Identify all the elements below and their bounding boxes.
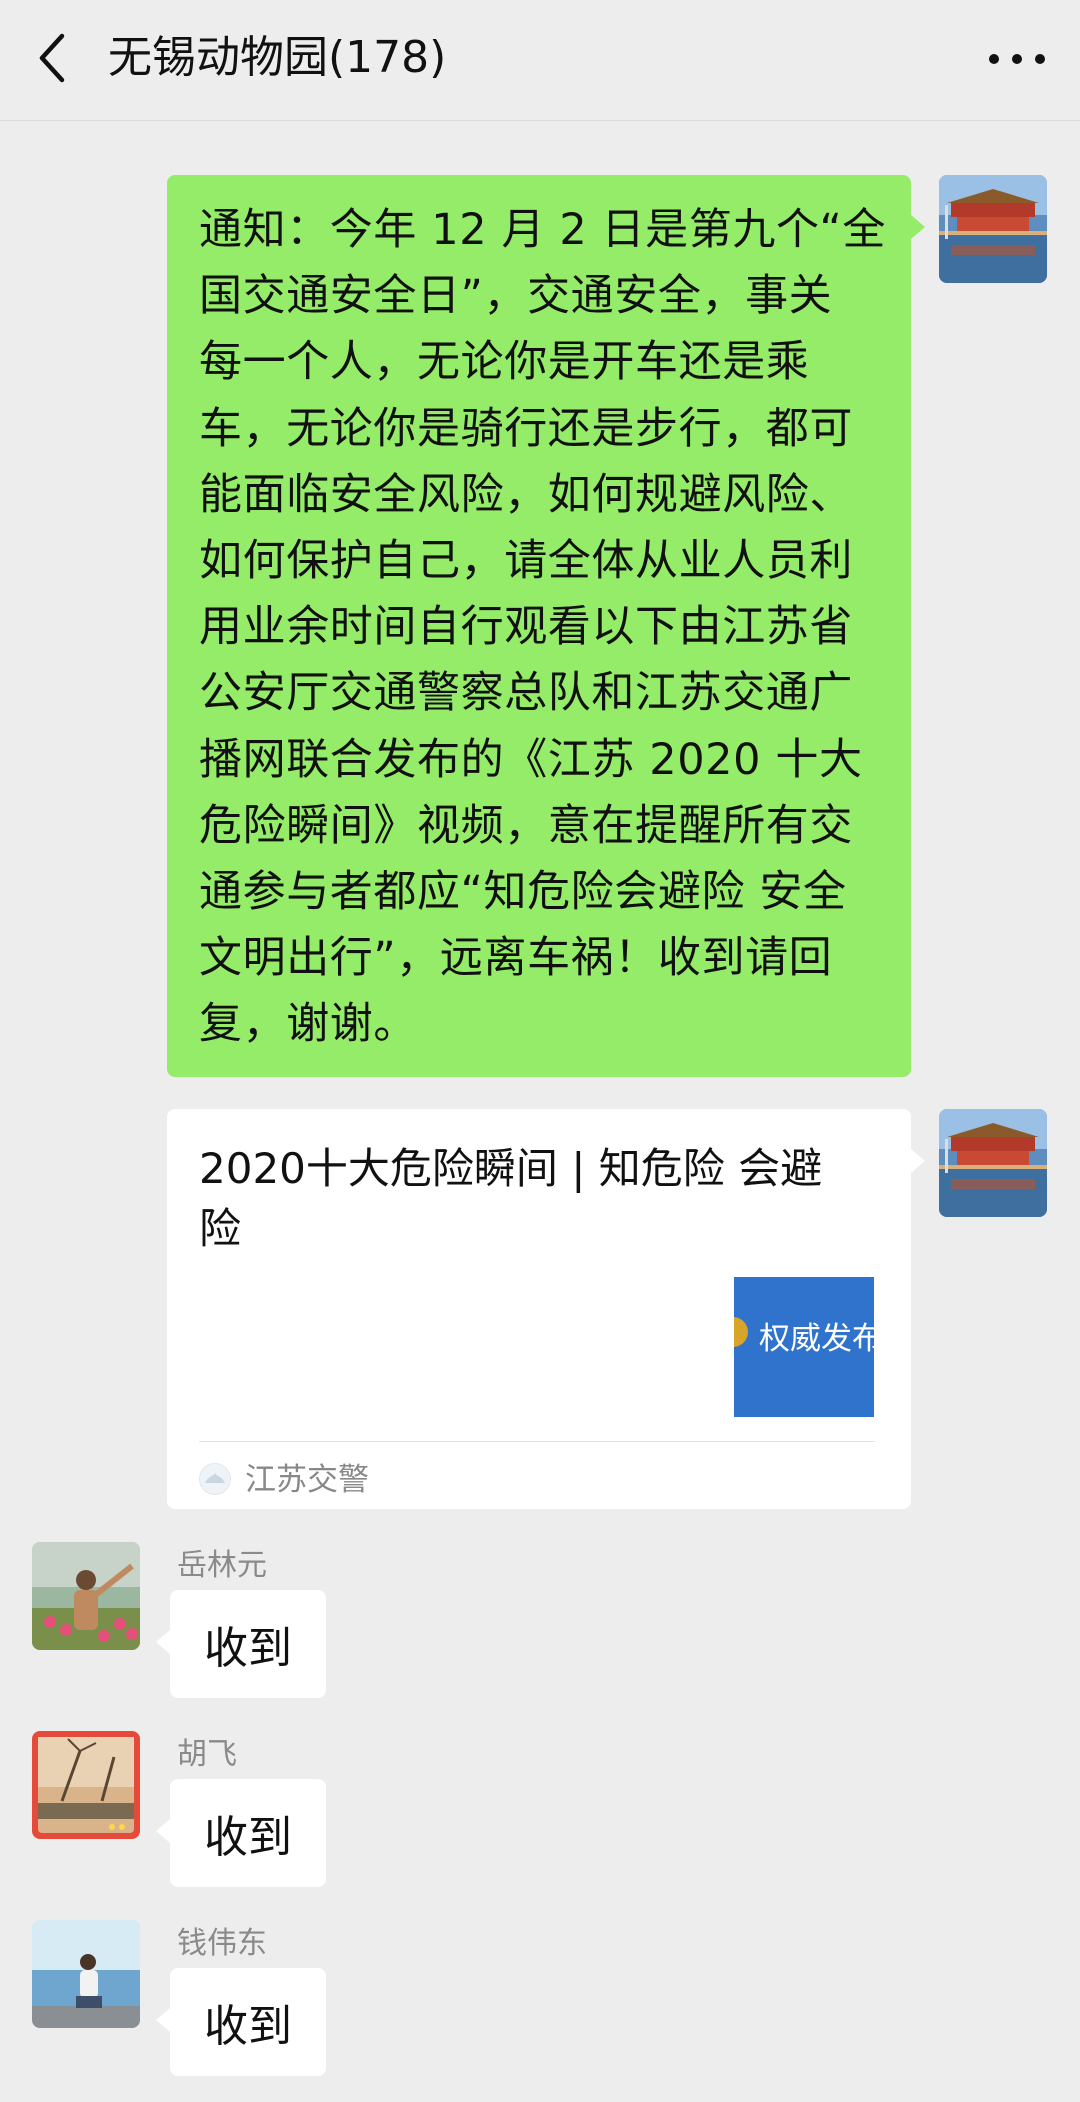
reply-bubble[interactable]: 收到 <box>156 1968 326 2076</box>
reply-text: 收到 <box>204 1812 292 1863</box>
gate-tower-icon <box>939 175 1047 283</box>
self-avatar[interactable] <box>939 1109 1047 1217</box>
notice-message-bubble[interactable]: 通知：今年 12 月 2 日是第九个“全 国交通安全日”，交通安全，事关 每一个… <box>167 175 925 1077</box>
reply-text: 收到 <box>204 1623 292 1674</box>
card-thumbnail-text: 权威发布 <box>759 1321 874 1357</box>
notice-line: 国交通安全日”，交通安全，事关 <box>199 271 833 322</box>
member-avatar[interactable] <box>32 1920 140 2028</box>
card-title-line: 2020十大危险瞬间 | 知危险 会避 <box>199 1144 823 1193</box>
card-title: 2020十大危险瞬间 | 知危险 会避 险 <box>199 1139 879 1259</box>
notice-line: 文明出行”，远离车祸！收到请回 <box>199 933 833 984</box>
self-avatar[interactable] <box>939 175 1047 283</box>
notice-line: 危险瞬间》视频，意在提醒所有交 <box>199 800 853 851</box>
police-badge-icon <box>734 1317 748 1347</box>
sender-name: 胡飞 <box>177 1737 237 1772</box>
card-thumbnail: 权威发布 <box>734 1277 874 1417</box>
more-icon <box>989 54 1045 64</box>
bubble-tail <box>156 1819 170 1843</box>
chat-title: 无锡动物园(178) <box>108 32 447 83</box>
back-button[interactable] <box>30 26 90 90</box>
sender-name: 岳林元 <box>177 1548 267 1583</box>
card-title-line: 险 <box>199 1204 242 1253</box>
chat-header: 无锡动物园(178) <box>0 0 1080 121</box>
bubble-tail <box>911 215 925 239</box>
notice-line: 播网联合发布的《江苏 2020 十大 <box>199 734 863 785</box>
notice-line: 通参与者都应“知危险会避险 安全 <box>199 867 847 918</box>
notice-line: 每一个人，无论你是开车还是乘 <box>199 337 810 388</box>
bubble-tail <box>156 2008 170 2032</box>
beach-photo-icon <box>32 1920 140 2028</box>
card-divider <box>199 1441 875 1442</box>
member-avatar[interactable] <box>32 1731 140 1839</box>
member-avatar[interactable] <box>32 1542 140 1650</box>
source-logo-icon <box>199 1463 231 1495</box>
notice-line: 能面临安全风险，如何规避风险、 <box>199 469 853 520</box>
card-source-name: 江苏交警 <box>245 1462 369 1498</box>
notice-line: 复，谢谢。 <box>199 999 417 1050</box>
notice-message-text: 通知：今年 12 月 2 日是第九个“全 国交通安全日”，交通安全，事关 每一个… <box>167 175 911 1076</box>
notice-line: 用业余时间自行观看以下由江苏省 <box>199 602 853 653</box>
reply-bubble[interactable]: 收到 <box>156 1779 326 1887</box>
notice-line: 车，无论你是骑行还是步行，都可 <box>199 403 853 454</box>
reply-text: 收到 <box>204 2001 292 2052</box>
bubble-tail <box>911 1149 925 1173</box>
bubble-tail <box>156 1630 170 1654</box>
notice-line: 通知：今年 12 月 2 日是第九个“全 <box>199 205 887 255</box>
sender-name: 钱伟东 <box>177 1926 267 1961</box>
reply-bubble[interactable]: 收到 <box>156 1590 326 1698</box>
chevron-left-icon <box>39 33 65 83</box>
gate-tower-icon <box>939 1109 1047 1217</box>
landscape-photo-icon <box>32 1731 140 1839</box>
link-card[interactable]: 2020十大危险瞬间 | 知危险 会避 险 权威发布 江苏交警 <box>167 1109 925 1509</box>
person-photo-icon <box>32 1542 140 1650</box>
more-button[interactable] <box>982 34 1052 84</box>
notice-line: 公安厅交通警察总队和江苏交通广 <box>199 668 853 719</box>
notice-line: 如何保护自己，请全体从业人员利 <box>199 536 853 587</box>
